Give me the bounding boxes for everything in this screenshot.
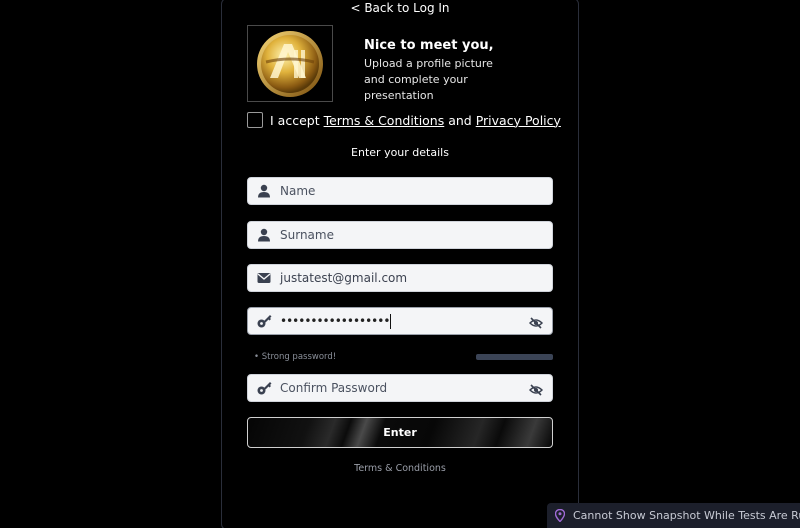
name-field[interactable]: Name <box>247 177 553 205</box>
map-pin-icon <box>555 509 565 522</box>
user-icon <box>248 184 280 198</box>
password-strength-bar <box>476 354 553 360</box>
password-strength-fill <box>476 354 553 360</box>
greeting-title: Nice to meet you, <box>364 38 494 53</box>
accept-terms-checkbox[interactable] <box>247 112 263 128</box>
section-title: Enter your details <box>351 146 449 159</box>
eye-off-icon[interactable] <box>528 382 544 396</box>
accept-conjunction: and <box>444 112 476 128</box>
snapshot-toast: Cannot Show Snapshot While Tests Are Run… <box>547 503 800 528</box>
envelope-icon <box>248 272 280 284</box>
password-masked-value: •••••••••••••••••• <box>280 314 390 328</box>
terms-footer-link[interactable]: Terms & Conditions <box>221 463 579 474</box>
password-strength-label: • Strong password! <box>254 352 337 362</box>
text-caret <box>390 313 392 329</box>
back-to-login-link[interactable]: < Back to Log In <box>222 1 578 15</box>
password-field[interactable]: •••••••••••••••••• <box>247 307 553 335</box>
profile-picture-upload[interactable] <box>247 25 333 102</box>
email-value: justatest@gmail.com <box>280 271 408 285</box>
name-placeholder: Name <box>280 184 316 198</box>
surname-field[interactable]: Surname <box>247 221 553 249</box>
toast-message: Cannot Show Snapshot While Tests Are Run… <box>573 509 800 522</box>
eye-off-icon[interactable] <box>528 315 544 329</box>
privacy-link[interactable]: Privacy Policy <box>476 113 561 128</box>
email-field[interactable]: justatest@gmail.com <box>247 264 553 292</box>
confirm-password-field[interactable]: Confirm Password <box>247 374 553 402</box>
greeting-subtext: Upload a profile picture and complete yo… <box>364 57 493 102</box>
accept-prefix: I accept <box>270 112 324 128</box>
gold-logo-avatar-icon <box>257 30 323 97</box>
enter-button[interactable]: Enter <box>247 417 553 448</box>
surname-placeholder: Surname <box>280 228 334 242</box>
confirm-password-placeholder: Confirm Password <box>280 381 388 395</box>
terms-link[interactable]: Terms & Conditions <box>324 113 445 128</box>
user-icon <box>248 228 280 242</box>
terms-accept-row: I accept Terms & Conditions and Privacy … <box>247 110 561 130</box>
key-icon <box>248 381 280 395</box>
key-icon <box>248 314 280 328</box>
